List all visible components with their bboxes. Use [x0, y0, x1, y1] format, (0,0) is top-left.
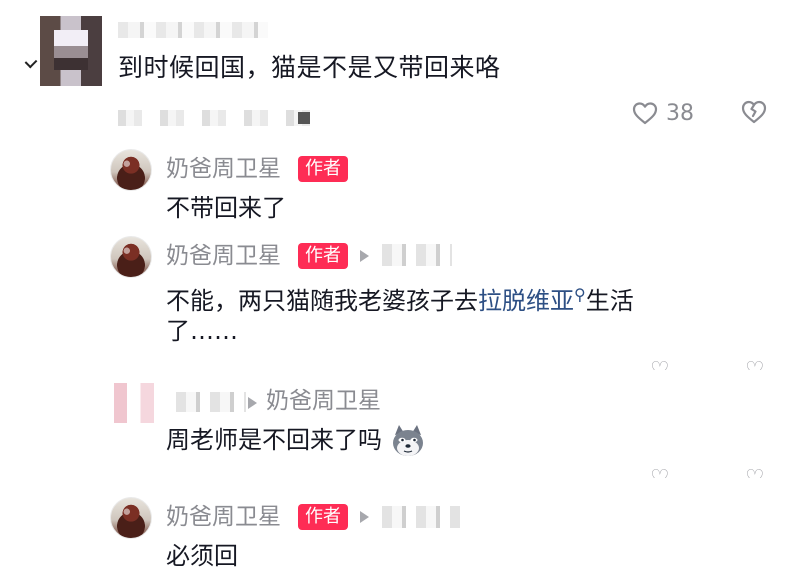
doge-emoji-icon: [392, 425, 423, 456]
reply-text-part: 不能，两只猫随我老婆孩子去: [166, 287, 478, 315]
search-icon: ⚲: [574, 285, 586, 304]
dislike-icon-partial[interactable]: ♡: [745, 360, 765, 370]
reply-text-part: 生活: [585, 287, 634, 315]
heart-outline-icon: [632, 102, 658, 125]
dislike-button[interactable]: [740, 99, 768, 129]
redacted-username: [382, 506, 460, 528]
redacted-meta: [118, 110, 318, 126]
redacted-username: [176, 392, 246, 412]
broken-heart-icon: [741, 100, 767, 124]
author-badge: 作者: [298, 156, 348, 182]
redacted-username: [118, 22, 268, 38]
reply-author-name[interactable]: 奶爸周卫星: [166, 155, 281, 183]
collapse-indicator-icon: [24, 55, 38, 69]
reply-to-name[interactable]: 奶爸周卫星: [266, 387, 381, 415]
reply-arrow-icon: [248, 397, 257, 409]
author-badge: 作者: [298, 243, 348, 269]
dislike-icon-partial[interactable]: ♡: [745, 468, 765, 478]
reply-text-line2: 了……: [166, 317, 238, 345]
author-avatar[interactable]: [110, 149, 152, 191]
reply-author-name[interactable]: 奶爸周卫星: [166, 503, 281, 531]
like-icon-partial[interactable]: ♡: [650, 360, 670, 370]
like-count: 38: [666, 100, 694, 126]
author-badge: 作者: [298, 504, 348, 530]
reply-arrow-icon: [360, 511, 369, 523]
comment-thread: 到时候回国，猫是不是又带回来咯 38 奶爸周卫星 作者 不带回来了 奶爸周卫星 …: [0, 0, 800, 588]
comment-text: 到时候回国，猫是不是又带回来咯: [118, 53, 501, 82]
author-avatar[interactable]: [110, 236, 152, 278]
like-icon-partial[interactable]: ♡: [650, 468, 670, 478]
like-button[interactable]: 38: [632, 100, 694, 126]
reply-arrow-icon: [360, 250, 369, 262]
redacted-username: [382, 244, 452, 266]
avatar[interactable]: [114, 383, 154, 423]
author-avatar[interactable]: [110, 497, 152, 539]
reply-text: 不带回来了: [166, 194, 286, 222]
location-link[interactable]: 拉脱维亚: [478, 287, 574, 315]
reply-text-part: 周老师是不回来了吗: [166, 426, 382, 454]
reply-text: 周老师是不回来了吗: [166, 422, 426, 459]
avatar[interactable]: [40, 16, 102, 86]
reply-text: 必须回: [166, 542, 238, 570]
reply-author-name[interactable]: 奶爸周卫星: [166, 242, 281, 270]
